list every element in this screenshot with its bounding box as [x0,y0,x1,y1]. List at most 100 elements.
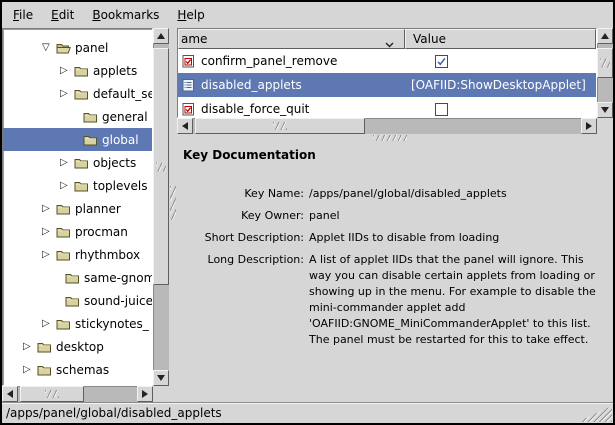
table-vertical-scrollbar[interactable] [597,28,613,118]
folder-icon [83,134,98,146]
doc-field-row: Short Description:Applet IIDs to disable… [183,230,605,246]
column-header-name-label: ame [181,32,207,46]
thumb-grip-icon [600,59,610,68]
tree-item-general[interactable]: general [3,105,152,128]
scroll-right-button[interactable] [581,118,597,134]
key-name-label: disable_force_quit [201,102,309,116]
menubar: FileEditBookmarksHelp [2,2,613,28]
tree-item-toplevels[interactable]: ▷toplevels [3,174,152,197]
expander-closed-icon[interactable]: ▷ [42,204,56,214]
tree-item-applets[interactable]: ▷applets [3,59,152,82]
expander-closed-icon[interactable]: ▷ [42,319,56,329]
column-header-name[interactable]: ame [178,29,405,49]
window-resize-grip-icon[interactable] [578,406,612,422]
tree-item-sound-juicer[interactable]: sound-juicer [3,289,152,312]
tree-item-procman[interactable]: ▷procman [3,220,152,243]
expander-closed-icon[interactable]: ▷ [60,158,74,168]
menu-edit[interactable]: Edit [42,5,83,25]
expander-closed-icon[interactable]: ▷ [60,66,74,76]
expander-closed-icon[interactable]: ▷ [60,89,74,99]
checkbox-unchecked[interactable] [435,103,448,116]
menu-help[interactable]: Help [168,5,213,25]
tree-item-schemas[interactable]: ▷schemas [3,358,152,381]
tree-item-same-gnome[interactable]: same-gnome [3,266,152,289]
tree-item-objects[interactable]: ▷ objects [3,151,152,174]
tree-item-label: default_se [93,87,153,101]
scrollbar-thumb[interactable] [153,48,169,285]
key-name-label: disabled_applets [201,78,302,92]
statusbar-path: /apps/panel/global/disabled_applets [6,406,222,420]
tree-item-label: planner [75,202,121,216]
tree-vertical-scrollbar[interactable] [153,28,169,386]
doc-field-label: Long Description: [183,252,309,348]
arrow-right-icon [142,390,152,398]
tree-item-panel[interactable]: ▽panel [3,36,152,59]
scrollbar-track[interactable] [597,44,613,102]
expander-open-icon[interactable]: ▽ [42,43,56,53]
scroll-up-button[interactable] [597,28,613,44]
scrollbar-corner [153,386,169,402]
scroll-left-button[interactable] [177,118,193,134]
main-area: ▽panel▷applets▷default_segeneralglobal▷o… [2,28,613,402]
scrollbar-track[interactable] [153,44,169,370]
scrollbar-track[interactable] [193,118,581,134]
tree-item-label: rhythmbox [75,248,140,262]
scroll-right-button[interactable] [137,386,153,402]
tree-item-stickynotes-[interactable]: ▷stickynotes_ [3,312,152,335]
checkbox-checked[interactable] [435,55,448,68]
tree-item-rhythmbox[interactable]: ▷ rhythmbox [3,243,152,266]
scrollbar-thumb[interactable] [597,48,613,78]
folder-icon [74,157,89,169]
scrollbar-thumb[interactable] [195,118,365,134]
folder-icon [37,364,52,376]
horizontal-pane-splitter[interactable] [177,134,613,142]
expander-closed-icon[interactable]: ▷ [42,250,56,260]
bool-key-icon [182,54,195,68]
folder-icon [56,318,71,330]
table-row-disable_force_quit[interactable]: disable_force_quit [178,97,596,118]
arrow-left-icon [178,122,188,130]
table-row-disabled_applets[interactable]: disabled_applets [OAFIID:ShowDesktopApple… [178,73,596,97]
menu-bookmarks[interactable]: Bookmarks [83,5,168,25]
gconf-editor-window: FileEditBookmarksHelp ▽panel▷applets▷def… [0,0,615,425]
key-name-cell: disable_force_quit [178,102,405,116]
tree-item-desktop[interactable]: ▷desktop [3,335,152,358]
scrollbar-thumb[interactable] [20,386,84,402]
table-row-confirm_panel_remove[interactable]: confirm_panel_remove [178,49,596,73]
scroll-left-button[interactable] [2,386,18,402]
doc-field-label: Key Name: [183,186,309,202]
expander-closed-icon[interactable]: ▷ [60,181,74,191]
tree-horizontal-scrollbar[interactable] [2,386,153,402]
tree-item-planner[interactable]: ▷ planner [3,197,152,220]
menu-file[interactable]: File [4,5,42,25]
arrow-down-icon [157,375,165,385]
tree-item-label: global [102,133,139,147]
tree-item-label: same-gnome [84,271,153,285]
folder-icon [65,272,80,284]
expander-closed-icon[interactable]: ▷ [42,227,56,237]
key-table: ame Value confirm_panel_removedisabled_a… [177,28,597,118]
key-name-cell: disabled_applets [178,78,405,92]
column-header-value-label: Value [413,32,446,46]
scrollbar-track[interactable] [18,386,137,402]
expander-closed-icon[interactable]: ▷ [23,342,37,352]
doc-field-value: A list of applet IIDs that the panel wil… [309,252,605,348]
doc-field-row: Long Description:A list of applet IIDs t… [183,252,605,348]
column-header-value[interactable]: Value [405,29,596,49]
bool-key-icon [182,102,195,116]
key-value-text: [OAFIID:ShowDesktopApplet] [411,78,586,92]
thumb-grip-icon [156,162,166,171]
doc-fields: Key Name:/apps/panel/global/disabled_app… [183,186,605,348]
arrow-up-icon [157,29,165,39]
scroll-down-button[interactable] [597,102,613,118]
tree-item-default-se[interactable]: ▷ default_se [3,82,152,105]
tree-item-global[interactable]: global [3,128,152,151]
tree-item-label: objects [93,156,136,170]
doc-title: Key Documentation [183,148,605,162]
thumb-grip-icon [45,390,59,398]
scroll-up-button[interactable] [153,28,169,44]
table-horizontal-scrollbar[interactable] [177,118,597,134]
expander-closed-icon[interactable]: ▷ [23,365,37,375]
vertical-pane-splitter[interactable] [169,28,177,402]
scroll-down-button[interactable] [153,370,169,386]
